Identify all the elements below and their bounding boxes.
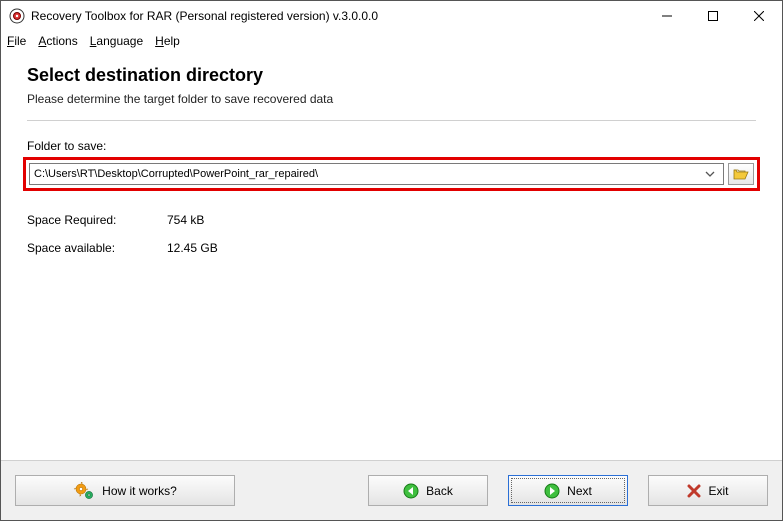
app-icon <box>9 8 25 24</box>
gears-icon <box>73 482 95 500</box>
space-available-value: 12.45 GB <box>167 241 218 255</box>
folder-label: Folder to save: <box>27 139 756 153</box>
space-required-value: 754 kB <box>167 213 204 227</box>
folder-path-combo[interactable]: C:\Users\RT\Desktop\Corrupted\PowerPoint… <box>29 163 724 185</box>
menu-help[interactable]: Help <box>155 34 180 48</box>
stats: Space Required: 754 kB Space available: … <box>27 213 756 269</box>
titlebar: Recovery Toolbox for RAR (Personal regis… <box>1 1 782 31</box>
window-title: Recovery Toolbox for RAR (Personal regis… <box>31 9 644 23</box>
back-button[interactable]: Back <box>368 475 488 506</box>
menu-language[interactable]: Language <box>90 34 143 48</box>
content-area: Select destination directory Please dete… <box>1 51 782 460</box>
minimize-button[interactable] <box>644 1 690 31</box>
arrow-left-icon <box>403 483 419 499</box>
folder-row-highlight: C:\Users\RT\Desktop\Corrupted\PowerPoint… <box>23 157 760 191</box>
space-available-label: Space available: <box>27 241 167 255</box>
close-icon <box>687 484 701 498</box>
browse-button[interactable] <box>728 163 754 185</box>
page-title: Select destination directory <box>27 65 756 86</box>
exit-button[interactable]: Exit <box>648 475 768 506</box>
menubar: File Actions Language Help <box>1 31 782 51</box>
folder-open-icon <box>733 167 749 181</box>
folder-path-value: C:\Users\RT\Desktop\Corrupted\PowerPoint… <box>34 168 705 180</box>
back-label: Back <box>426 484 453 498</box>
menu-file[interactable]: File <box>7 34 26 48</box>
divider <box>27 120 756 121</box>
how-it-works-button[interactable]: How it works? <box>15 475 235 506</box>
page-header: Select destination directory Please dete… <box>27 65 756 114</box>
footer: How it works? Back Next Exit <box>1 460 782 520</box>
exit-label: Exit <box>708 484 728 498</box>
close-button[interactable] <box>736 1 782 31</box>
window-controls <box>644 1 782 31</box>
space-required-label: Space Required: <box>27 213 167 227</box>
maximize-button[interactable] <box>690 1 736 31</box>
menu-actions[interactable]: Actions <box>38 34 77 48</box>
arrow-right-icon <box>544 483 560 499</box>
next-label: Next <box>567 484 592 498</box>
page-subtitle: Please determine the target folder to sa… <box>27 92 756 106</box>
how-it-works-label: How it works? <box>102 484 177 498</box>
chevron-down-icon[interactable] <box>705 169 721 179</box>
next-button[interactable]: Next <box>508 475 628 506</box>
